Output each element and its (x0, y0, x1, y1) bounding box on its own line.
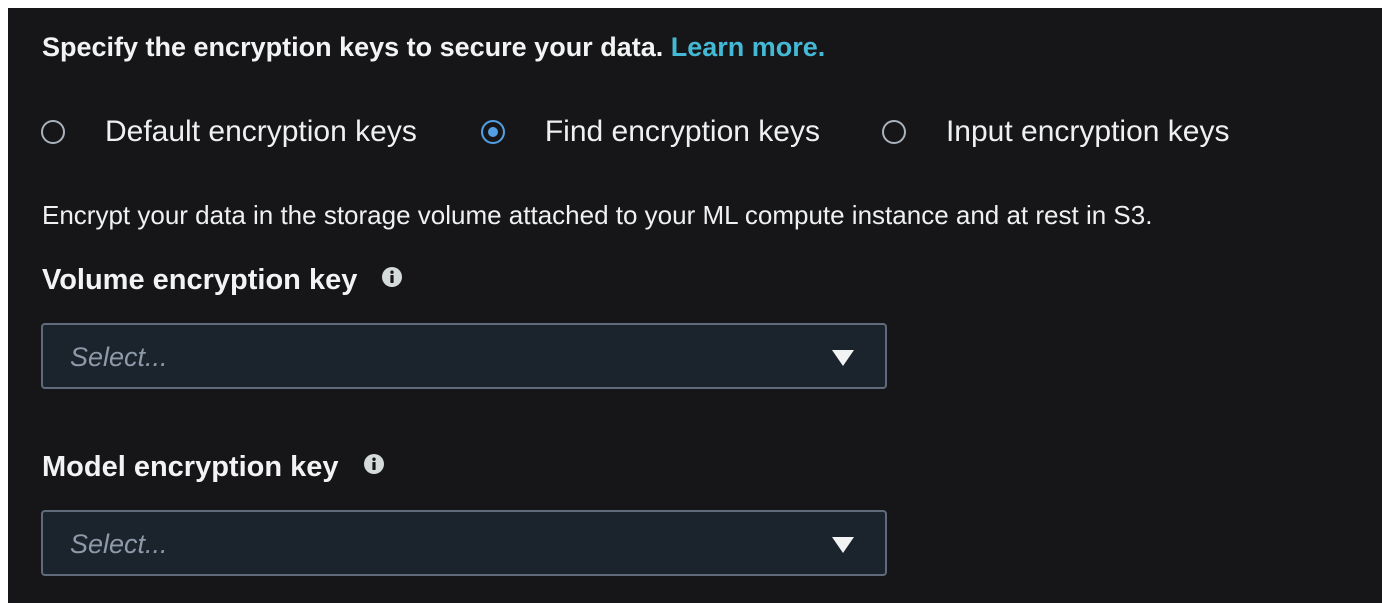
info-icon[interactable] (363, 453, 385, 475)
model-encryption-key-placeholder: Select... (70, 529, 168, 559)
encryption-panel: Specify the encryption keys to secure yo… (8, 8, 1382, 603)
volume-encryption-key-placeholder: Select... (70, 342, 168, 372)
volume-encryption-key-select[interactable]: Select... (41, 323, 887, 389)
radio-label-find-keys[interactable]: Find encryption keys (545, 115, 820, 149)
encryption-description: Encrypt your data in the storage volume … (42, 200, 1153, 230)
radio-option-input-keys[interactable]: Input encryption keys (881, 115, 1230, 149)
encryption-key-radio-group: Default encryption keys Find encryption … (41, 112, 1229, 152)
radio-input-keys[interactable] (881, 120, 906, 144)
model-encryption-key-select[interactable]: Select... (41, 510, 887, 576)
caret-down-icon (832, 537, 854, 553)
model-encryption-key-label: Model encryption key (42, 451, 385, 484)
radio-find-keys[interactable] (480, 120, 505, 144)
learn-more-link[interactable]: Learn more. (671, 32, 826, 62)
encryption-intro: Specify the encryption keys to secure yo… (42, 32, 825, 63)
intro-text: Specify the encryption keys to secure yo… (42, 32, 664, 62)
radio-option-default-keys[interactable]: Default encryption keys (41, 115, 417, 149)
volume-encryption-key-label: Volume encryption key (42, 264, 403, 297)
radio-default-keys[interactable] (41, 120, 65, 144)
model-encryption-key-label-text: Model encryption key (42, 451, 339, 483)
radio-option-find-keys[interactable]: Find encryption keys (480, 115, 820, 149)
info-icon[interactable] (381, 266, 403, 288)
volume-encryption-key-label-text: Volume encryption key (42, 264, 358, 296)
radio-label-input-keys[interactable]: Input encryption keys (946, 115, 1230, 149)
radio-label-default-keys[interactable]: Default encryption keys (105, 115, 417, 149)
caret-down-icon (832, 350, 854, 366)
